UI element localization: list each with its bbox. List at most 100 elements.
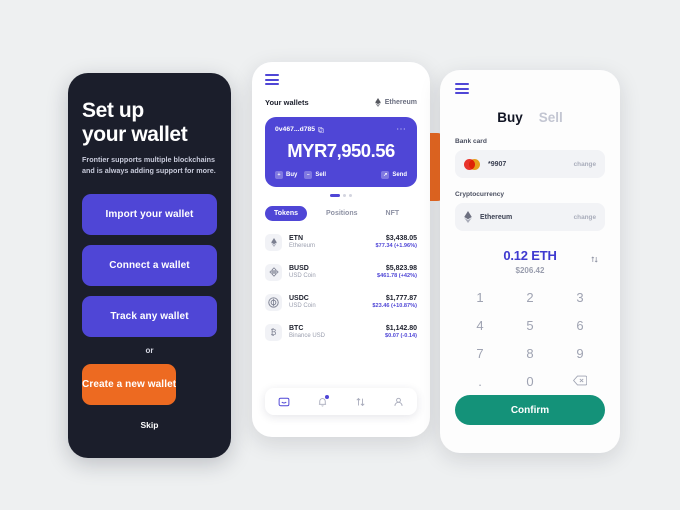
table-row[interactable]: USDC USD Coin $1,777.87 $23.46 (+10.87%) — [265, 287, 417, 317]
confirm-button[interactable]: Confirm — [455, 395, 605, 425]
pagination-dot[interactable] — [349, 194, 352, 197]
token-name: USD Coin — [289, 273, 316, 280]
tab-tokens[interactable]: Tokens — [265, 206, 307, 221]
chain-selector[interactable]: Ethereum — [374, 98, 417, 107]
key-8[interactable]: 8 — [505, 343, 555, 364]
onboarding-screen: Set up your wallet Frontier supports mul… — [68, 73, 231, 458]
numeric-keypad: 1 2 3 4 5 6 7 8 9 . 0 — [455, 287, 605, 392]
token-amount: $3,438.05 — [385, 234, 417, 242]
token-values: $5,823.98 $461.78 (+42%) — [377, 265, 417, 280]
import-wallet-button[interactable]: Import your wallet — [82, 193, 217, 235]
token-name: USD Coin — [289, 303, 316, 310]
wallet-tabs: Tokens Positions NFT — [265, 206, 417, 221]
minus-icon: − — [304, 171, 313, 179]
token-amount: $1,777.87 — [385, 294, 417, 302]
ethereum-icon — [265, 233, 282, 251]
your-wallets-label: Your wallets — [265, 98, 309, 107]
cryptocurrency-value: Ethereum — [480, 213, 513, 221]
swap-vertical-icon[interactable] — [590, 252, 599, 270]
key-3[interactable]: 3 — [555, 287, 605, 308]
key-2[interactable]: 2 — [505, 287, 555, 308]
carousel-pagination[interactable] — [265, 194, 417, 197]
key-5[interactable]: 5 — [505, 315, 555, 336]
token-info: BTC Binance USD — [289, 325, 325, 340]
card-buy-label: Buy — [286, 172, 298, 178]
wallet-address-text: 0v467...d785 — [275, 126, 316, 133]
key-backspace-icon[interactable] — [555, 371, 605, 392]
pagination-dot[interactable] — [343, 194, 346, 197]
create-new-wallet-button[interactable]: Create a new wallet — [82, 363, 177, 405]
key-7[interactable]: 7 — [455, 343, 505, 364]
tab-buy[interactable]: Buy — [497, 110, 523, 125]
hamburger-bar — [265, 78, 279, 81]
mastercard-yellow-circle — [469, 158, 480, 170]
token-values: $1,777.87 $23.46 (+10.87%) — [372, 295, 417, 310]
token-amount: $5,823.98 — [385, 264, 417, 272]
key-1[interactable]: 1 — [455, 287, 505, 308]
usdc-icon — [265, 293, 282, 311]
wallets-header: Your wallets Ethereum — [265, 98, 417, 107]
cryptocurrency-selector[interactable]: Ethereum change — [455, 203, 605, 231]
hamburger-bar — [265, 74, 279, 76]
token-name: Ethereum — [289, 243, 316, 250]
card-send-button[interactable]: ↗ Send — [381, 171, 407, 179]
bottom-navigation — [265, 388, 417, 415]
cryptocurrency-change-link[interactable]: change — [574, 214, 596, 221]
amount-crypto: 0.12 ETH — [503, 248, 557, 263]
wallet-screen: Your wallets Ethereum 0v467...d785 ⋯ MYR… — [252, 62, 430, 437]
key-decimal[interactable]: . — [455, 371, 505, 392]
pagination-dot-active[interactable] — [330, 194, 340, 197]
wallet-balance: MYR7,950.56 — [287, 140, 395, 161]
card-send-label: Send — [392, 172, 407, 178]
or-divider-label: or — [145, 345, 154, 355]
hamburger-icon[interactable] — [265, 74, 279, 85]
token-list: ETN Ethereum $3,438.05 $77.34 (+1.96%) B… — [265, 227, 417, 347]
more-options-icon[interactable]: ⋯ — [396, 124, 407, 134]
card-sell-button[interactable]: − Sell — [304, 171, 326, 179]
table-row[interactable]: ETN Ethereum $3,438.05 $77.34 (+1.96%) — [265, 227, 417, 257]
nav-profile-icon[interactable] — [393, 396, 404, 408]
tab-sell[interactable]: Sell — [539, 110, 563, 125]
page-subtitle: Frontier supports multiple blockchains a… — [82, 155, 216, 175]
tab-positions[interactable]: Positions — [317, 206, 367, 221]
notification-badge — [325, 394, 330, 399]
token-change: $23.46 (+10.87%) — [372, 303, 417, 310]
table-row[interactable]: BUSD USD Coin $5,823.98 $461.78 (+42%) — [265, 257, 417, 287]
cryptocurrency-label: Cryptocurrency — [455, 191, 505, 198]
mastercard-icon — [464, 158, 480, 170]
bank-card-change-link[interactable]: change — [574, 161, 596, 168]
busd-icon — [265, 263, 282, 281]
tab-nft[interactable]: NFT — [377, 206, 409, 221]
token-symbol: USDC — [289, 294, 309, 302]
nav-wallet-icon[interactable] — [278, 396, 290, 408]
bank-card-selector[interactable]: *9907 change — [455, 150, 605, 178]
nav-notifications-icon[interactable] — [317, 394, 330, 408]
bank-card-value: *9907 — [488, 160, 507, 168]
card-buy-button[interactable]: + Buy — [275, 171, 297, 179]
token-change: $77.34 (+1.96%) — [375, 243, 417, 250]
track-wallet-button[interactable]: Track any wallet — [82, 295, 217, 337]
send-icon: ↗ — [381, 171, 390, 179]
copy-icon[interactable] — [318, 126, 324, 133]
hamburger-bar — [265, 83, 279, 85]
hamburger-bar — [455, 83, 469, 85]
card-sell-label: Sell — [315, 172, 327, 178]
token-amount: $1,142.80 — [385, 324, 417, 332]
skip-link[interactable]: Skip — [82, 420, 217, 430]
token-symbol: BUSD — [289, 264, 309, 272]
key-4[interactable]: 4 — [455, 315, 505, 336]
nav-swap-icon[interactable] — [355, 396, 366, 408]
token-name: Binance USD — [289, 333, 326, 340]
key-6[interactable]: 6 — [555, 315, 605, 336]
key-9[interactable]: 9 — [555, 343, 605, 364]
hamburger-icon[interactable] — [455, 83, 469, 94]
chain-label: Ethereum — [384, 99, 417, 106]
table-row[interactable]: ₿ BTC Binance USD $1,142.80 $0.07 (-0.14… — [265, 317, 417, 347]
wallet-card-actions: + Buy − Sell ↗ Send — [275, 171, 407, 179]
wallet-address[interactable]: 0v467...d785 — [275, 126, 324, 133]
connect-wallet-button[interactable]: Connect a wallet — [82, 244, 217, 286]
token-symbol: ETN — [289, 234, 303, 242]
amount-display: 0.12 ETH $206.42 — [455, 248, 605, 275]
token-values: $1,142.80 $0.07 (-0.14) — [385, 325, 417, 340]
key-0[interactable]: 0 — [505, 371, 555, 392]
